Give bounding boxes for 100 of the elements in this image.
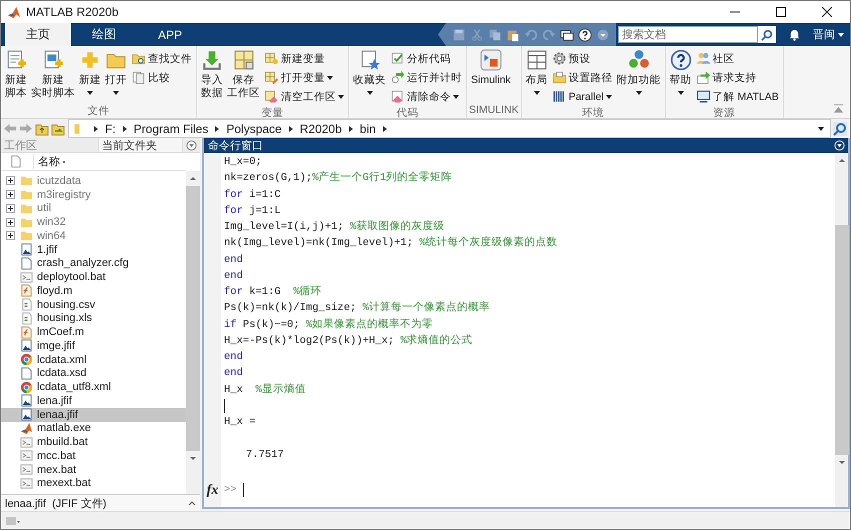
layout-icon [526, 49, 548, 71]
expand-icon[interactable] [6, 231, 14, 240]
bell-icon[interactable] [788, 28, 801, 41]
file-row[interactable]: floyd.m [1, 284, 186, 298]
ribbon-button[interactable]: 社区 [696, 49, 779, 68]
file-row[interactable]: util [1, 202, 186, 216]
arrow-icon [696, 70, 711, 85]
file-row[interactable]: housing.csv [1, 298, 186, 312]
path-segment[interactable]: R2020b [300, 122, 342, 136]
ribbon-button[interactable]: 新建 脚本 [3, 49, 29, 104]
expand-icon[interactable] [6, 204, 14, 213]
script-file-icon [20, 463, 33, 476]
help-icon[interactable] [578, 28, 592, 42]
file-row[interactable]: imge.jfif [1, 339, 186, 353]
close-icon[interactable] [822, 7, 832, 17]
path-segment[interactable]: Polyspace [226, 122, 282, 136]
bars-icon [552, 89, 567, 104]
code-line: H_x %显示熵值 [224, 382, 307, 398]
search-icon[interactable] [833, 122, 847, 136]
ribbon-button[interactable]: 清空工作区 [264, 87, 344, 106]
search-field[interactable]: 搜索文档 [618, 26, 758, 43]
scrollbar[interactable] [186, 171, 200, 494]
ribbon-button[interactable]: Parallel [552, 87, 613, 106]
ribbon-button[interactable]: 打开 [103, 49, 129, 104]
expand-icon[interactable] [6, 218, 14, 227]
ribbon-button[interactable]: Simulink [469, 49, 513, 104]
folder-icon [20, 229, 33, 242]
search-icon[interactable] [761, 28, 773, 40]
ribbon-tab[interactable]: 绘图 [71, 23, 137, 46]
scrollbar[interactable] [835, 153, 848, 507]
maximize-icon[interactable] [776, 7, 786, 17]
panel-tab[interactable]: 当前文件夹 [99, 138, 183, 152]
folder-up-icon[interactable] [35, 122, 49, 136]
windows-icon[interactable] [560, 28, 574, 42]
file-row[interactable]: lcdata_utf8.xml [1, 380, 186, 394]
path-segment[interactable]: bin [360, 122, 376, 136]
code-line: nk=zeros(G,1);%产生一个G行1列的全零矩阵 [224, 170, 454, 186]
ribbon-button[interactable]: 运行并计时 [390, 68, 462, 87]
file-row[interactable]: win32 [1, 215, 186, 229]
collapse-ribbon-icon[interactable] [833, 103, 844, 114]
file-row[interactable]: matlab.exe [1, 422, 186, 436]
more-icon[interactable] [596, 28, 610, 42]
ribbon-button[interactable]: 布局 [524, 49, 550, 106]
menu-icon[interactable] [186, 140, 197, 150]
image-file-icon [20, 243, 33, 256]
ribbon-button[interactable]: 导入 数据 [199, 49, 225, 106]
file-row[interactable]: lcdata.xml [1, 352, 186, 366]
grid-icon [232, 49, 254, 71]
file-row[interactable]: m3iregistry [1, 188, 186, 202]
ribbon-button[interactable]: 预设 [552, 49, 613, 68]
file-row[interactable]: crash_analyzer.cfg [1, 256, 186, 270]
ribbon-tab[interactable]: APP [137, 23, 203, 46]
ribbon-button[interactable]: 设置路径 [552, 68, 613, 87]
chevron-icon [348, 126, 353, 132]
file-row[interactable]: win64 [1, 229, 186, 243]
file-row[interactable]: lmCoef.m [1, 325, 186, 339]
column-header[interactable]: 名称 [33, 154, 60, 169]
expand-icon[interactable] [6, 190, 14, 200]
ribbon-button[interactable]: 比较 [131, 68, 192, 87]
file-row[interactable]: mbuild.bat [1, 435, 186, 449]
grip-icon[interactable] [5, 516, 21, 526]
ribbon-button[interactable]: 打开变量 [264, 68, 344, 87]
ribbon-button[interactable]: 附加功能 [614, 49, 663, 106]
path-segment[interactable]: F: [105, 122, 116, 136]
path-field[interactable]: F: Program Files Polyspace R2020b bin [68, 119, 831, 138]
eraser-icon [390, 89, 405, 104]
ribbon-button[interactable]: 分析代码 [390, 49, 462, 68]
browse-folder-icon[interactable] [51, 122, 65, 136]
ribbon-button[interactable]: 了解 MATLAB [696, 87, 779, 106]
expand-details-icon[interactable] [188, 500, 196, 506]
ribbon-button[interactable]: 帮助 [668, 49, 694, 106]
file-row[interactable]: icutzdata [1, 174, 186, 188]
file-row[interactable]: mcc.bat [1, 449, 186, 463]
file-row[interactable]: housing.xls [1, 312, 186, 326]
expand-icon[interactable] [6, 176, 14, 186]
group-title: 代码 [396, 106, 420, 120]
chevron-icon [382, 126, 387, 132]
file-row[interactable]: lenaa.jfif [1, 408, 186, 422]
ribbon-button[interactable]: 请求支持 [696, 68, 779, 87]
file-row[interactable]: mex.bat [1, 462, 186, 476]
ribbon-button[interactable]: 新建 实时脚本 [29, 49, 77, 104]
ribbon-button[interactable]: 清除命令 [390, 87, 462, 106]
file-name: win64 [37, 230, 66, 242]
file-row[interactable]: deploytool.bat [1, 270, 186, 284]
caret-icon[interactable] [818, 126, 824, 130]
file-row[interactable]: 1.jfif [1, 242, 186, 256]
ribbon-button[interactable]: 保存 工作区 [225, 49, 262, 106]
download-icon [201, 49, 223, 71]
ribbon-button[interactable]: 收藏夹 [351, 49, 388, 106]
ribbon-tab[interactable]: 主页 [5, 23, 71, 46]
path-segment[interactable]: Program Files [134, 122, 208, 136]
function-browser-icon[interactable]: fx [206, 483, 218, 499]
file-row[interactable]: lcdata.xsd [1, 366, 186, 380]
ribbon-button[interactable]: 新建 [77, 49, 103, 104]
ribbon-button[interactable]: 查找文件 [131, 49, 192, 68]
ribbon-button[interactable]: 新建变量 [264, 49, 344, 68]
paste-icon[interactable] [506, 28, 520, 42]
file-row[interactable]: lena.jfif [1, 394, 186, 408]
user-menu[interactable]: 晋闽 [809, 23, 850, 46]
file-row[interactable]: mexext.bat [1, 476, 186, 490]
